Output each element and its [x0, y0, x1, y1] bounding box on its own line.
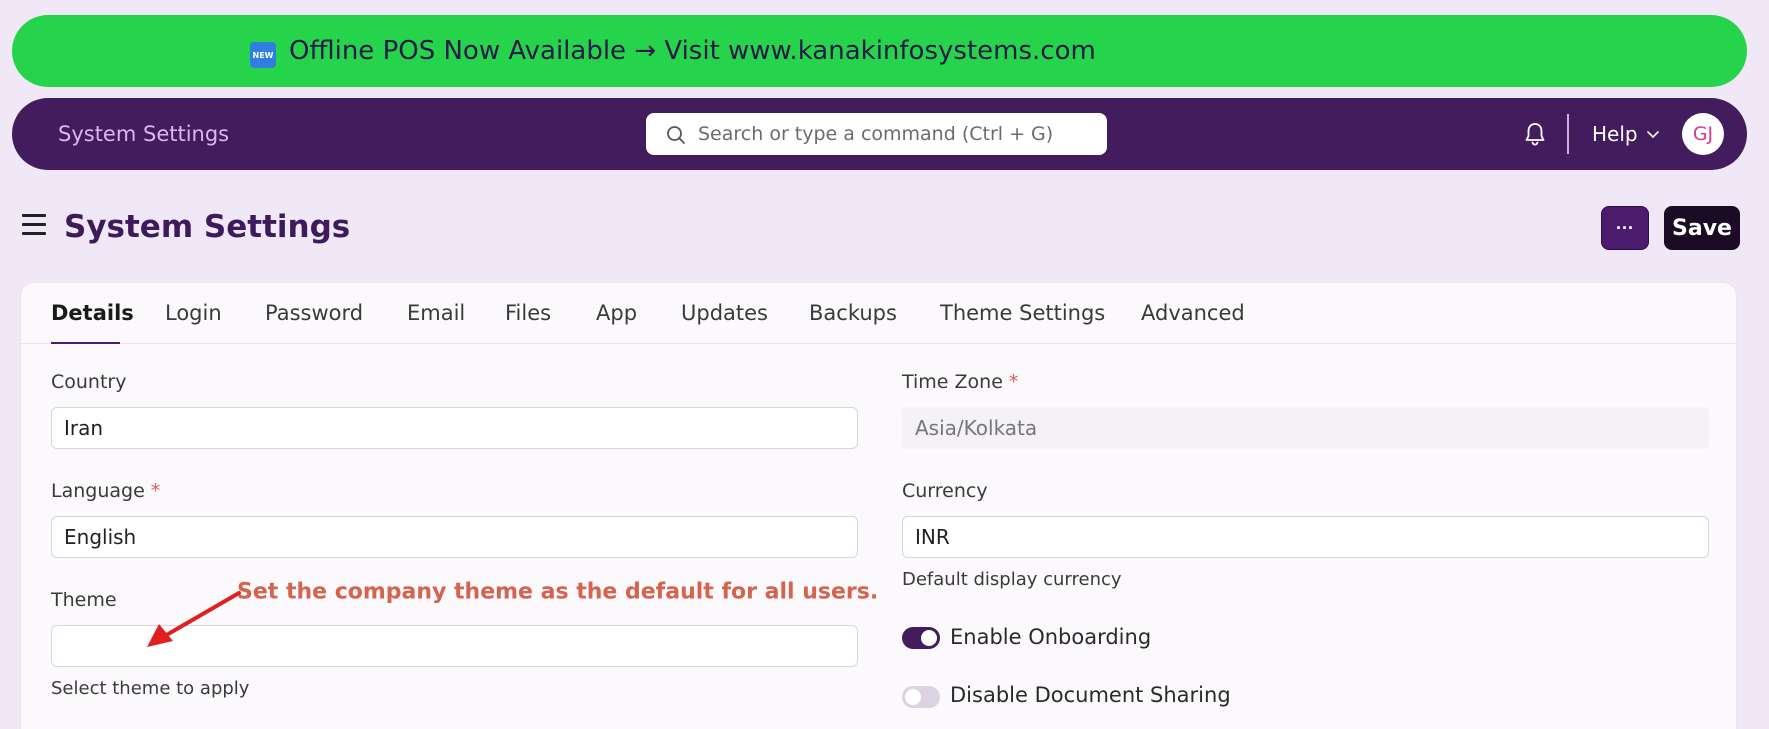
country-field[interactable]: Iran [51, 407, 858, 449]
disable-document-sharing-label[interactable]: Disable Document Sharing [950, 683, 1231, 707]
language-field[interactable]: English [51, 516, 858, 558]
time-zone-field: Asia/Kolkata [902, 407, 1709, 449]
tab-email[interactable]: Email [407, 301, 465, 325]
active-tab-indicator [51, 342, 120, 344]
notification-bell-icon[interactable] [1522, 121, 1548, 147]
language-label: Language * [51, 480, 160, 502]
currency-help-text: Default display currency [902, 569, 1122, 590]
country-label: Country [51, 371, 127, 393]
currency-label: Currency [902, 480, 988, 502]
sidebar-toggle-icon[interactable] [22, 214, 46, 236]
tab-theme-settings[interactable]: Theme Settings [940, 301, 1105, 325]
currency-field[interactable]: INR [902, 516, 1709, 558]
help-dropdown[interactable]: Help [1592, 122, 1660, 146]
tab-backups[interactable]: Backups [809, 301, 897, 325]
tab-files[interactable]: Files [505, 301, 551, 325]
tab-updates[interactable]: Updates [681, 301, 768, 325]
disable-document-sharing-toggle[interactable] [902, 686, 940, 708]
toggle-knob [921, 630, 937, 646]
annotation-arrow-icon [147, 591, 241, 647]
tab-password[interactable]: Password [265, 301, 363, 325]
toggle-knob [905, 689, 921, 705]
tab-advanced[interactable]: Advanced [1141, 301, 1245, 325]
navbar-divider [1567, 114, 1569, 154]
required-marker: * [150, 480, 161, 502]
new-badge-icon: NEW [250, 42, 276, 68]
enable-onboarding-toggle[interactable] [902, 627, 940, 649]
chevron-down-icon [1646, 131, 1659, 139]
tab-login[interactable]: Login [165, 301, 222, 325]
save-button[interactable]: Save [1664, 206, 1740, 250]
time-zone-label-text: Time Zone [902, 371, 1003, 393]
annotation-text: Set the company theme as the default for… [237, 579, 879, 605]
tab-app[interactable]: App [596, 301, 637, 325]
top-navbar: System Settings Help GJ [12, 98, 1747, 170]
time-zone-label: Time Zone * [902, 371, 1018, 393]
settings-card: Details Login Password Email Files App U… [20, 282, 1737, 729]
required-marker: * [1008, 371, 1019, 393]
tab-details[interactable]: Details [51, 301, 134, 325]
announcement-banner[interactable]: NEW Offline POS Now Available → Visit ww… [12, 15, 1747, 87]
search-bar[interactable] [646, 113, 1107, 155]
search-input[interactable] [698, 113, 1098, 155]
search-icon [667, 126, 685, 144]
banner-text[interactable]: Offline POS Now Available → Visit www.ka… [289, 36, 1096, 66]
page-title: System Settings [64, 209, 351, 245]
tab-bar: Details Login Password Email Files App U… [21, 283, 1736, 344]
theme-help-text: Select theme to apply [51, 678, 250, 699]
enable-onboarding-label[interactable]: Enable Onboarding [950, 625, 1151, 649]
help-label: Help [1592, 122, 1638, 146]
theme-label: Theme [51, 589, 117, 611]
language-label-text: Language [51, 480, 145, 502]
more-actions-button[interactable]: ··· [1601, 206, 1649, 250]
user-avatar[interactable]: GJ [1682, 113, 1724, 155]
navbar-title[interactable]: System Settings [58, 122, 229, 146]
